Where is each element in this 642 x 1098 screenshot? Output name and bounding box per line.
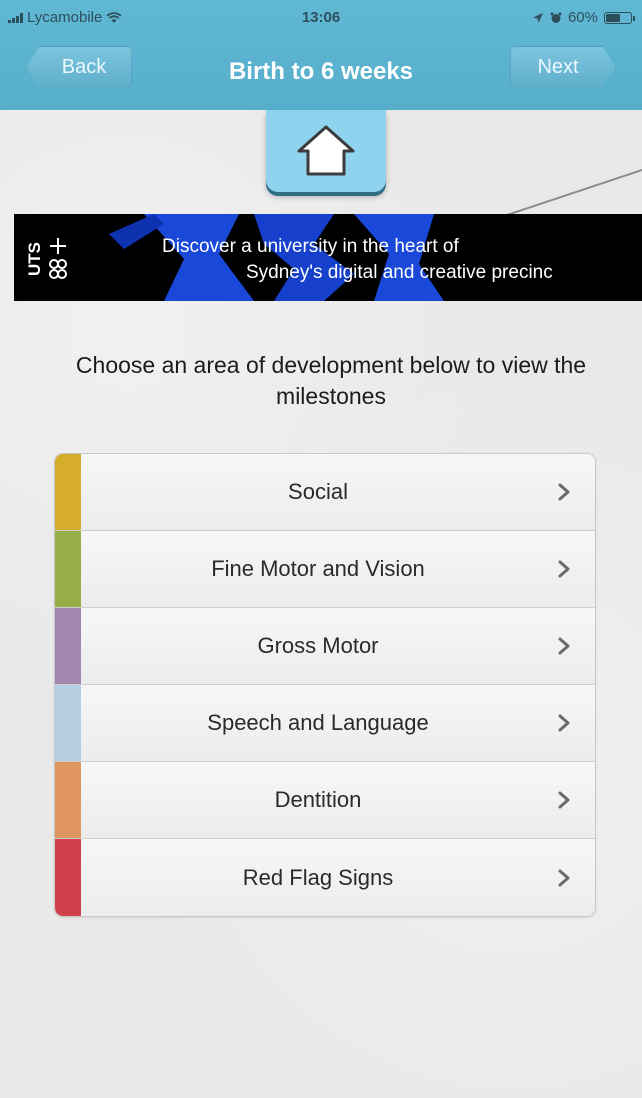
category-row[interactable]: Red Flag Signs <box>55 839 595 916</box>
next-button-label: Next <box>537 55 579 78</box>
category-label: Gross Motor <box>257 633 379 658</box>
category-label: Dentition <box>274 787 362 812</box>
navigation-bar: Lycamobile 13:06 60% Back Birth to 6 wee… <box>0 0 642 110</box>
chevron-right-icon <box>558 869 570 886</box>
category-label: Social <box>288 479 348 504</box>
battery-level <box>606 13 620 22</box>
chevron-right-icon <box>558 637 570 655</box>
category-row[interactable]: Dentition <box>55 762 595 839</box>
category-label: Fine Motor and Vision <box>211 556 425 581</box>
category-row[interactable]: Speech and Language <box>55 685 595 762</box>
category-row[interactable]: Gross Motor <box>55 608 595 685</box>
ad-text-line-1: Discover a university in the heart of <box>162 236 459 257</box>
alarm-icon <box>550 12 562 23</box>
chevron-right-icon <box>558 483 570 501</box>
home-icon <box>297 125 355 176</box>
ad-banner[interactable]: UTS Discover a university in the heart o… <box>14 214 642 301</box>
category-label: Red Flag Signs <box>242 864 394 890</box>
battery-percent: 60% <box>567 9 598 26</box>
status-bar: Lycamobile 13:06 60% <box>0 0 642 34</box>
category-row[interactable]: Social <box>55 454 595 531</box>
category-color-swatch <box>55 454 81 530</box>
chevron-right-icon <box>558 714 570 732</box>
status-right: 60% <box>532 9 635 26</box>
home-button[interactable] <box>266 110 386 192</box>
location-arrow-icon <box>532 12 543 23</box>
ad-text-line-2: Sydney's digital and creative precinc <box>246 262 553 283</box>
instructions-text: Choose an area of development below to v… <box>75 352 587 409</box>
chevron-right-icon <box>558 791 570 809</box>
category-label: Speech and Language <box>207 710 429 735</box>
category-color-swatch <box>55 839 81 916</box>
chevron-right-icon <box>558 560 570 578</box>
category-color-swatch <box>55 531 81 607</box>
uts-logo: UTS <box>25 238 67 279</box>
category-color-swatch <box>55 685 81 761</box>
category-list: Social Fine Motor and Vision Gross Motor Sp… <box>55 454 595 916</box>
next-button[interactable]: Next <box>510 46 616 88</box>
category-row[interactable]: Fine Motor and Vision <box>55 531 595 608</box>
battery-icon <box>604 11 635 24</box>
category-color-swatch <box>55 608 81 684</box>
category-color-swatch <box>55 762 81 838</box>
svg-text:UTS: UTS <box>25 242 44 276</box>
